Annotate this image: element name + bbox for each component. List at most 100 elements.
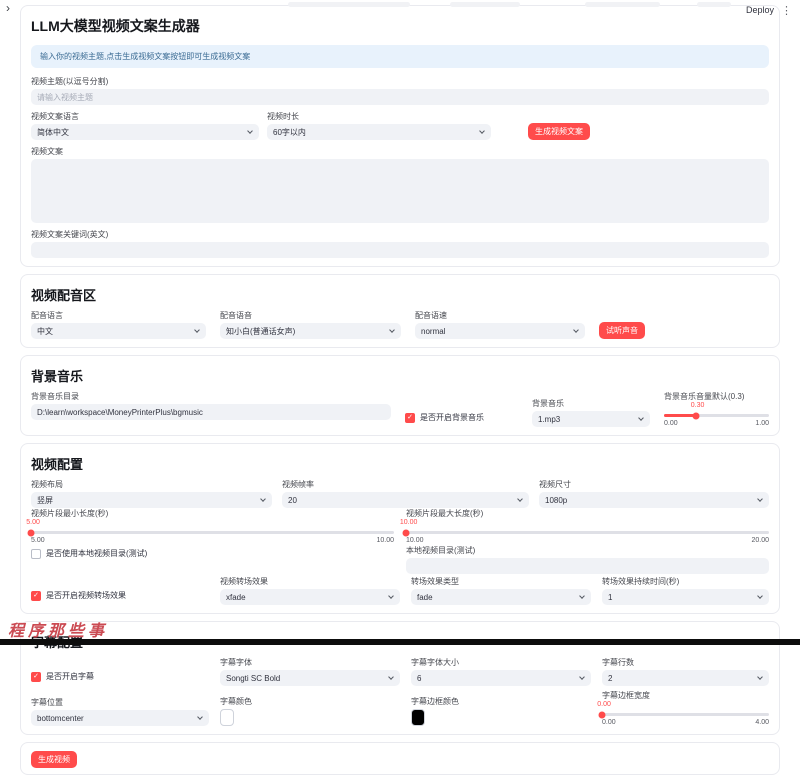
- video-keywords-label: 视频文案关键词(英文): [31, 230, 769, 239]
- subtitle-font-select[interactable]: Songti SC Bold: [220, 670, 400, 686]
- script-language-field: 视频文案语言 简体中文: [31, 112, 259, 140]
- subtitle-font-label: 字幕字体: [220, 658, 400, 667]
- local-video-checkbox[interactable]: [31, 549, 41, 559]
- bgm-enable-label[interactable]: 是否开启背景音乐: [420, 412, 484, 423]
- chevron-down-icon: [757, 496, 763, 502]
- subtitle-border-width-track[interactable]: [602, 713, 769, 716]
- chevron-down-icon: [197, 714, 203, 720]
- transition-type-label: 转场效果类型: [411, 577, 591, 586]
- bgm-file-label: 背景音乐: [532, 399, 650, 408]
- voice-name-value: 知小白(普通话女声): [226, 326, 295, 337]
- local-video-dir-input[interactable]: [406, 558, 769, 574]
- sidebar-expand-icon[interactable]: ›: [6, 1, 10, 15]
- video-script-field: 视频文案: [31, 147, 769, 223]
- chevron-down-icon: [573, 327, 579, 333]
- segment-max-track[interactable]: [406, 531, 769, 534]
- slider-max-label: 4.00: [755, 719, 769, 726]
- subtitle-enable-label[interactable]: 是否开启字幕: [46, 671, 94, 682]
- bgm-volume-value-row: 0.30: [664, 402, 769, 410]
- transition-duration-field: 转场效果持续时间(秒) 1: [602, 577, 769, 605]
- chevron-down-icon: [579, 674, 585, 680]
- generate-script-button[interactable]: 生成视频文案: [528, 123, 590, 140]
- local-video-dir-label: 本地视频目录(测试): [406, 546, 769, 555]
- bgm-volume-slider: 背景音乐音量默认(0.3) 0.30 0.00 1.00: [664, 392, 769, 427]
- subtitle-position-select[interactable]: bottomcenter: [31, 710, 209, 726]
- local-video-checkbox-row: 是否使用本地视频目录(测试): [31, 548, 394, 559]
- skeleton-bar: [697, 2, 731, 7]
- chevron-down-icon: [194, 327, 200, 333]
- video-fps-select[interactable]: 20: [282, 492, 529, 508]
- bgm-file-select[interactable]: 1.mp3: [532, 411, 650, 427]
- chevron-down-icon: [247, 128, 253, 134]
- subtitle-row-2: 字幕位置 bottomcenter 字幕颜色 字幕边框颜色 字幕边框宽度 0.0…: [31, 691, 769, 726]
- slider-min-label: 10.00: [406, 537, 424, 544]
- transition-enable-label[interactable]: 是否开启视频转场效果: [46, 590, 126, 601]
- video-basic-row: 视频布局 竖屏 视频帧率 20 视频尺寸 1080p: [31, 480, 769, 508]
- info-banner: 输入你的视频主题,点击生成视频文案按钮即可生成视频文案: [31, 45, 769, 68]
- subtitle-lines-label: 字幕行数: [602, 658, 769, 667]
- chevron-down-icon: [388, 593, 394, 599]
- listen-voice-button[interactable]: 试听声音: [599, 322, 645, 339]
- subtitle-enable-checkbox[interactable]: [31, 672, 41, 682]
- video-layout-label: 视频布局: [31, 480, 272, 489]
- deploy-button[interactable]: Deploy: [746, 5, 774, 15]
- subtitle-font-size-select[interactable]: 6: [411, 670, 591, 686]
- subtitle-border-color-field: 字幕边框颜色: [411, 697, 591, 726]
- bgm-dir-label: 背景音乐目录: [31, 392, 391, 401]
- transition-effect-select[interactable]: xfade: [220, 589, 400, 605]
- slider-min-label: 0.00: [602, 719, 616, 726]
- script-language-select[interactable]: 简体中文: [31, 124, 259, 140]
- section-generate: 生成视频: [20, 742, 780, 775]
- slider-thumb[interactable]: [692, 412, 699, 419]
- video-fps-value: 20: [288, 496, 297, 505]
- voice-name-select[interactable]: 知小白(普通话女声): [220, 323, 401, 339]
- segment-min-track[interactable]: [31, 531, 394, 534]
- slider-fill: [664, 414, 696, 417]
- app-header: › Deploy ⋮: [0, 0, 800, 26]
- slider-thumb[interactable]: [599, 711, 606, 718]
- script-language-label: 视频文案语言: [31, 112, 259, 121]
- video-topic-field: 视频主题(以逗号分割): [31, 77, 769, 105]
- local-video-enable-label[interactable]: 是否使用本地视频目录(测试): [46, 548, 147, 559]
- transition-effect-value: xfade: [226, 593, 246, 602]
- chevron-down-icon: [517, 496, 523, 502]
- video-keywords-field: 视频文案关键词(英文): [31, 230, 769, 258]
- bgm-enable-checkbox[interactable]: [405, 413, 415, 423]
- generate-video-button[interactable]: 生成视频: [31, 751, 77, 768]
- transition-enable-checkbox[interactable]: [31, 591, 41, 601]
- subtitle-border-color-swatch[interactable]: [411, 709, 425, 726]
- slider-max-label: 10.00: [376, 537, 394, 544]
- section-llm-generator: LLM大模型视频文案生成器 输入你的视频主题,点击生成视频文案按钮即可生成视频文…: [20, 5, 780, 267]
- local-video-row: 是否使用本地视频目录(测试) 本地视频目录(测试): [31, 546, 769, 574]
- subtitle-font-value: Songti SC Bold: [226, 674, 280, 683]
- transition-type-select[interactable]: fade: [411, 589, 591, 605]
- transition-effect-label: 视频转场效果: [220, 577, 400, 586]
- script-language-value: 简体中文: [37, 127, 69, 138]
- chevron-down-icon: [389, 327, 395, 333]
- video-size-field: 视频尺寸 1080p: [539, 480, 769, 508]
- segment-max-value-row: 10.00: [406, 519, 769, 527]
- chevron-down-icon: [388, 674, 394, 680]
- more-menu-icon[interactable]: ⋮: [781, 4, 792, 17]
- voice-language-select[interactable]: 中文: [31, 323, 206, 339]
- transition-duration-select[interactable]: 1: [602, 589, 769, 605]
- video-script-textarea[interactable]: [31, 159, 769, 223]
- voice-speed-select[interactable]: normal: [415, 323, 585, 339]
- video-layout-select[interactable]: 竖屏: [31, 492, 272, 508]
- transition-duration-label: 转场效果持续时间(秒): [602, 577, 769, 586]
- chevron-down-icon: [579, 593, 585, 599]
- subtitle-color-swatch[interactable]: [220, 709, 234, 726]
- video-size-select[interactable]: 1080p: [539, 492, 769, 508]
- chevron-down-icon: [757, 674, 763, 680]
- slider-thumb[interactable]: [403, 529, 410, 536]
- slider-thumb[interactable]: [28, 529, 35, 536]
- video-keywords-input[interactable]: [31, 242, 769, 258]
- video-length-value: 60字以内: [273, 127, 306, 138]
- bgm-file-value: 1.mp3: [538, 415, 560, 424]
- subtitle-lines-select[interactable]: 2: [602, 670, 769, 686]
- video-length-select[interactable]: 60字以内: [267, 124, 491, 140]
- voice-section-title: 视频配音区: [31, 285, 769, 304]
- bgm-volume-track[interactable]: [664, 414, 769, 417]
- bgm-dir-input[interactable]: [31, 404, 391, 420]
- video-topic-input[interactable]: [31, 89, 769, 105]
